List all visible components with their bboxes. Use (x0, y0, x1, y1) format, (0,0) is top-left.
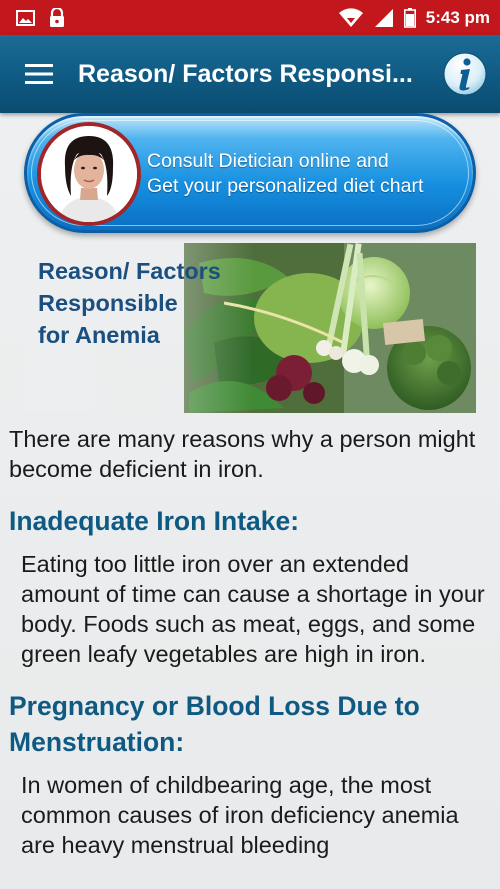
consult-dietician-banner[interactable]: Consult Dietician online and Get your pe… (24, 113, 476, 233)
section-heading: Inadequate Iron Intake: (9, 506, 300, 536)
banner-line-2: Get your personalized diet chart (147, 175, 424, 197)
hero-title-line-3: for Anemia (38, 322, 160, 348)
intro-paragraph: There are many reasons why a person migh… (9, 426, 476, 482)
section-paragraph: In women of childbearing age, the most c… (21, 772, 459, 858)
hero-title: Reason/ Factors Responsible for Anemia (38, 255, 221, 351)
hero-title-line-1: Reason/ Factors (38, 258, 221, 284)
section-heading: Pregnancy or Blood Loss Due to Menstruat… (9, 691, 420, 757)
status-time: 5:43 pm (425, 7, 490, 27)
wifi-icon (338, 7, 364, 28)
menu-button[interactable] (0, 35, 78, 113)
hamburger-icon (25, 64, 53, 84)
status-bar: 5:43 pm (0, 0, 500, 35)
section-paragraph: Eating too little iron over an extended … (21, 551, 485, 667)
info-button[interactable] (442, 51, 488, 97)
banner-line-1: Consult Dietician online and (147, 150, 389, 172)
hero-image: Reason/ Factors Responsible for Anemia (24, 243, 476, 413)
battery-icon (403, 7, 416, 28)
info-icon (443, 52, 487, 96)
article-content: There are many reasons why a person migh… (9, 424, 489, 860)
banner-text: Consult Dietician online and Get your pe… (147, 149, 423, 199)
page-title: Reason/ Factors Responsi... (78, 59, 413, 88)
dietician-avatar (37, 122, 141, 226)
image-icon (16, 9, 35, 26)
lock-icon (49, 7, 65, 28)
app-bar: Reason/ Factors Responsi... (0, 35, 500, 113)
hero-title-line-2: Responsible (38, 290, 178, 316)
signal-icon (374, 8, 394, 28)
